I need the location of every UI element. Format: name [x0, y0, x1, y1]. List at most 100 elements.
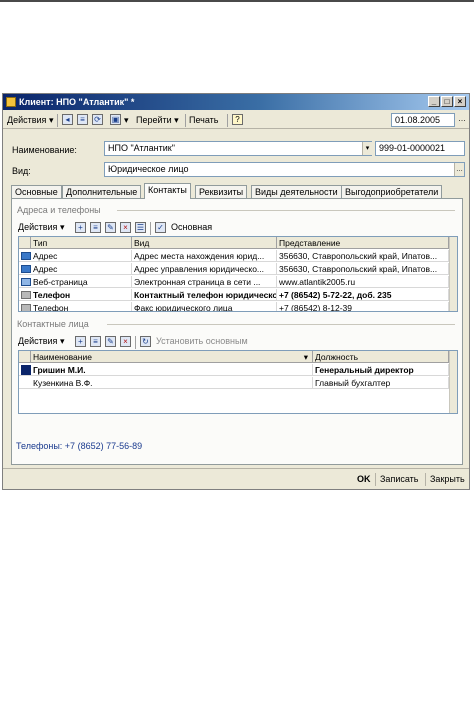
- document-date-field[interactable]: 01.08.2005: [391, 113, 455, 127]
- kind-field[interactable]: Юридическое лицо: [104, 162, 465, 177]
- selected-row-marker-icon: [21, 365, 31, 375]
- group-divider: [107, 324, 455, 325]
- maximize-icon[interactable]: □: [441, 96, 453, 107]
- name-label: Наименование:: [12, 145, 77, 155]
- minimize-icon[interactable]: _: [428, 96, 440, 107]
- persons-table: Наименование ▾ Должность Гришин М.И. Ген…: [18, 350, 458, 414]
- add-icon[interactable]: +: [75, 222, 86, 233]
- set-main-icon[interactable]: ✓: [155, 222, 166, 233]
- set-main-person-button[interactable]: Установить основным: [156, 335, 248, 348]
- phone-icon: [21, 304, 31, 311]
- copy-icon[interactable]: ≡: [90, 222, 101, 233]
- column-type[interactable]: Тип: [31, 237, 132, 249]
- group-divider: [117, 210, 455, 211]
- list-item[interactable]: Гришин М.И. Генеральный директор: [19, 364, 449, 376]
- copy-person-icon[interactable]: ≡: [90, 336, 101, 347]
- calendar-icon[interactable]: …: [457, 114, 467, 126]
- person-position: Главный бухгалтер: [313, 377, 449, 389]
- client-window: Клиент: НПО "Атлантик" * _ □ × Действия …: [2, 93, 470, 490]
- column-position[interactable]: Должность: [313, 351, 449, 363]
- back-icon[interactable]: ◂: [62, 114, 73, 125]
- address-icon: [21, 265, 31, 273]
- window-title: Клиент: НПО "Атлантик" *: [19, 97, 135, 107]
- phone-icon: [21, 291, 31, 299]
- person-name: Гришин М.И.: [31, 364, 313, 376]
- persons-actions-menu[interactable]: Действия ▾: [18, 335, 64, 348]
- button-separator: [425, 473, 426, 486]
- addresses-actions-menu[interactable]: Действия ▾: [18, 221, 64, 234]
- edit-icon[interactable]: ✎: [105, 222, 116, 233]
- based-on-icon[interactable]: ▣: [110, 114, 121, 125]
- row-kind: Факс юридического лица: [132, 302, 277, 311]
- window-titlebar[interactable]: Клиент: НПО "Атлантик" * _ □ ×: [3, 94, 469, 110]
- code-field[interactable]: 999-01-0000021: [375, 141, 465, 156]
- kind-value: Юридическое лицо: [108, 164, 189, 174]
- help-button[interactable]: ?: [232, 114, 243, 125]
- column-name-label: Наименование: [33, 352, 92, 362]
- delete-person-icon[interactable]: ×: [120, 336, 131, 347]
- tab-activity-types[interactable]: Виды деятельности: [251, 185, 342, 198]
- phones-text: Телефоны: +7 (8652) 77-56-89: [16, 441, 143, 451]
- actions-menu[interactable]: Действия ▾: [7, 114, 53, 127]
- set-main-person-icon[interactable]: ↻: [140, 336, 151, 347]
- ok-button[interactable]: OK: [357, 473, 371, 486]
- tab-main[interactable]: Основные: [11, 185, 62, 198]
- print-button[interactable]: Печать: [189, 114, 218, 127]
- table-row[interactable]: Веб-страница Электронная страница в сети…: [19, 276, 449, 288]
- close-icon[interactable]: ×: [454, 96, 466, 107]
- name-value: НПО "Атлантик": [108, 143, 175, 153]
- toolbar-separator: [185, 114, 186, 127]
- addresses-group-title: Адреса и телефоны: [17, 205, 101, 215]
- goto-menu[interactable]: Перейти ▾: [136, 114, 179, 127]
- link-icon[interactable]: ⟳: [92, 114, 103, 125]
- table-row[interactable]: Адрес Адрес управления юридическо... 356…: [19, 263, 449, 275]
- addresses-table: Тип Вид Представление Адрес Адрес места …: [18, 236, 458, 312]
- row-kind: Контактный телефон юридическо...: [134, 289, 277, 301]
- address-icon: [21, 252, 31, 260]
- edit-person-icon[interactable]: ✎: [105, 336, 116, 347]
- based-on-dropdown-icon[interactable]: ▾: [124, 114, 129, 127]
- addresses-scrollbar[interactable]: [449, 237, 457, 311]
- name-dropdown-icon[interactable]: ▾: [362, 142, 372, 155]
- delete-icon[interactable]: ×: [120, 222, 131, 233]
- bottom-button-bar: OK Записать Закрыть: [3, 468, 469, 489]
- main-button[interactable]: Основная: [171, 221, 212, 234]
- row-kind: Адрес места нахождения юрид...: [132, 250, 277, 262]
- tab-contacts[interactable]: Контакты: [144, 183, 191, 199]
- toolbar-separator: [57, 114, 58, 127]
- list-item[interactable]: Кузенкина В.Ф. Главный бухгалтер: [19, 377, 449, 389]
- table-row[interactable]: Телефон Факс юридического лица +7 (86542…: [19, 302, 449, 311]
- row-type: Телефон: [31, 302, 132, 311]
- kind-label: Вид:: [12, 166, 31, 176]
- list-icon[interactable]: ☰: [135, 222, 146, 233]
- column-view[interactable]: Представление: [277, 237, 449, 249]
- tab-additional[interactable]: Дополнительные: [62, 185, 142, 198]
- row-view: +7 (86542) 8-12-39: [277, 302, 449, 311]
- table-row[interactable]: Адрес Адрес места нахождения юрид... 356…: [19, 250, 449, 262]
- tab-strip: Основные Дополнительные Контакты Реквизи…: [11, 183, 463, 199]
- person-name: Кузенкина В.Ф.: [31, 377, 313, 389]
- kind-select-icon[interactable]: …: [454, 163, 464, 176]
- row-kind: Адрес управления юридическо...: [132, 263, 277, 275]
- column-name[interactable]: Наименование ▾: [31, 351, 313, 363]
- header-icon-cell: [19, 351, 31, 363]
- tab-beneficiaries[interactable]: Выгодоприобретатели: [341, 185, 443, 198]
- add-person-icon[interactable]: +: [75, 336, 86, 347]
- tab-requisites[interactable]: Реквизиты: [195, 185, 248, 198]
- name-field[interactable]: НПО "Атлантик": [104, 141, 372, 156]
- persons-group-header: Контактные лица: [17, 319, 457, 329]
- save-button[interactable]: Записать: [380, 473, 418, 486]
- row-view: 356630, Ставропольский край, Ипатов...: [277, 263, 449, 275]
- toolbar-separator: [227, 114, 228, 127]
- refresh-icon[interactable]: ≡: [77, 114, 88, 125]
- person-position: Генеральный директор: [313, 364, 449, 376]
- column-kind[interactable]: Вид: [132, 237, 277, 249]
- persons-scrollbar[interactable]: [449, 351, 457, 413]
- table-row[interactable]: Телефон Контактный телефон юридическо...…: [19, 289, 449, 301]
- table-header-row: Наименование ▾ Должность: [19, 351, 449, 363]
- close-button[interactable]: Закрыть: [430, 473, 465, 486]
- table-header-row: Тип Вид Представление: [19, 237, 449, 249]
- row-type: Веб-страница: [31, 276, 132, 288]
- contacts-panel: Адреса и телефоны Действия ▾ + ≡ ✎ × ☰ ✓…: [11, 198, 463, 465]
- row-view: www.atlantik2005.ru: [277, 276, 449, 288]
